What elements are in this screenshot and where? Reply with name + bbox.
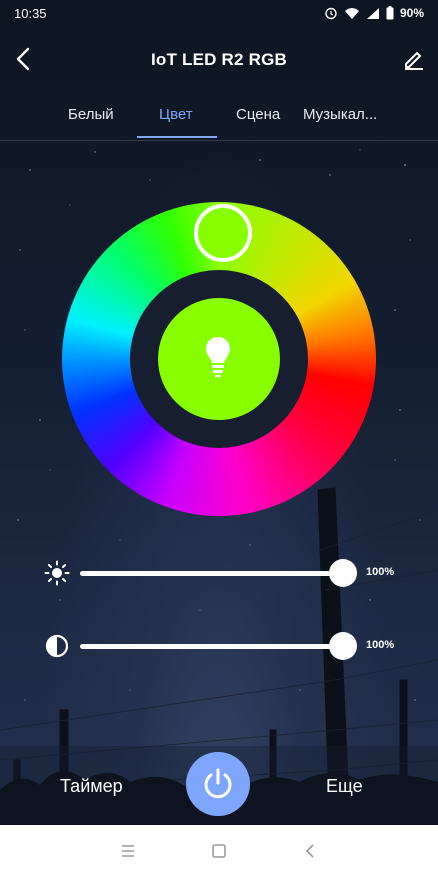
- saturation-slider[interactable]: 100%: [0, 631, 438, 661]
- saturation-value: 100%: [366, 639, 395, 651]
- status-icons: 90%: [324, 6, 424, 20]
- timer-button[interactable]: Таймер: [60, 776, 123, 797]
- tab-bar: Белый Цвет Сцена Музыкал...: [0, 100, 438, 141]
- app-bar: IoT LED R2 RGB: [0, 38, 438, 82]
- more-button[interactable]: Еще: [326, 776, 363, 797]
- saturation-track[interactable]: [80, 644, 342, 649]
- home-icon[interactable]: [210, 842, 228, 860]
- contrast-icon: [45, 634, 69, 658]
- back-icon[interactable]: [301, 842, 319, 860]
- system-nav-bar: [0, 825, 438, 877]
- status-bar: 10:35 90%: [0, 0, 438, 26]
- wifi-icon: [344, 7, 359, 19]
- status-time: 10:35: [14, 5, 47, 21]
- sun-icon: [44, 560, 70, 586]
- power-icon: [204, 768, 232, 799]
- tab-scene[interactable]: Сцена: [236, 106, 280, 123]
- brightness-value: 100%: [366, 566, 395, 578]
- brightness-slider[interactable]: 100%: [0, 558, 438, 588]
- tab-white[interactable]: Белый: [68, 106, 114, 123]
- battery-percentage: 90%: [399, 6, 424, 20]
- pencil-icon[interactable]: [402, 47, 426, 71]
- tab-music[interactable]: Музыкал...: [303, 106, 377, 123]
- tab-color[interactable]: Цвет: [159, 106, 193, 123]
- battery-icon: [386, 6, 394, 20]
- menu-icon[interactable]: [119, 842, 137, 860]
- page-title: IoT LED R2 RGB: [151, 50, 287, 69]
- bulb-icon: [206, 337, 230, 377]
- brightness-track[interactable]: [80, 571, 342, 576]
- signal-icon: [366, 7, 379, 19]
- active-tab-indicator: [137, 136, 217, 138]
- color-picker-handle[interactable]: [194, 204, 252, 262]
- brightness-thumb[interactable]: [329, 559, 357, 587]
- alarm-icon: [325, 7, 337, 20]
- saturation-thumb[interactable]: [329, 632, 357, 660]
